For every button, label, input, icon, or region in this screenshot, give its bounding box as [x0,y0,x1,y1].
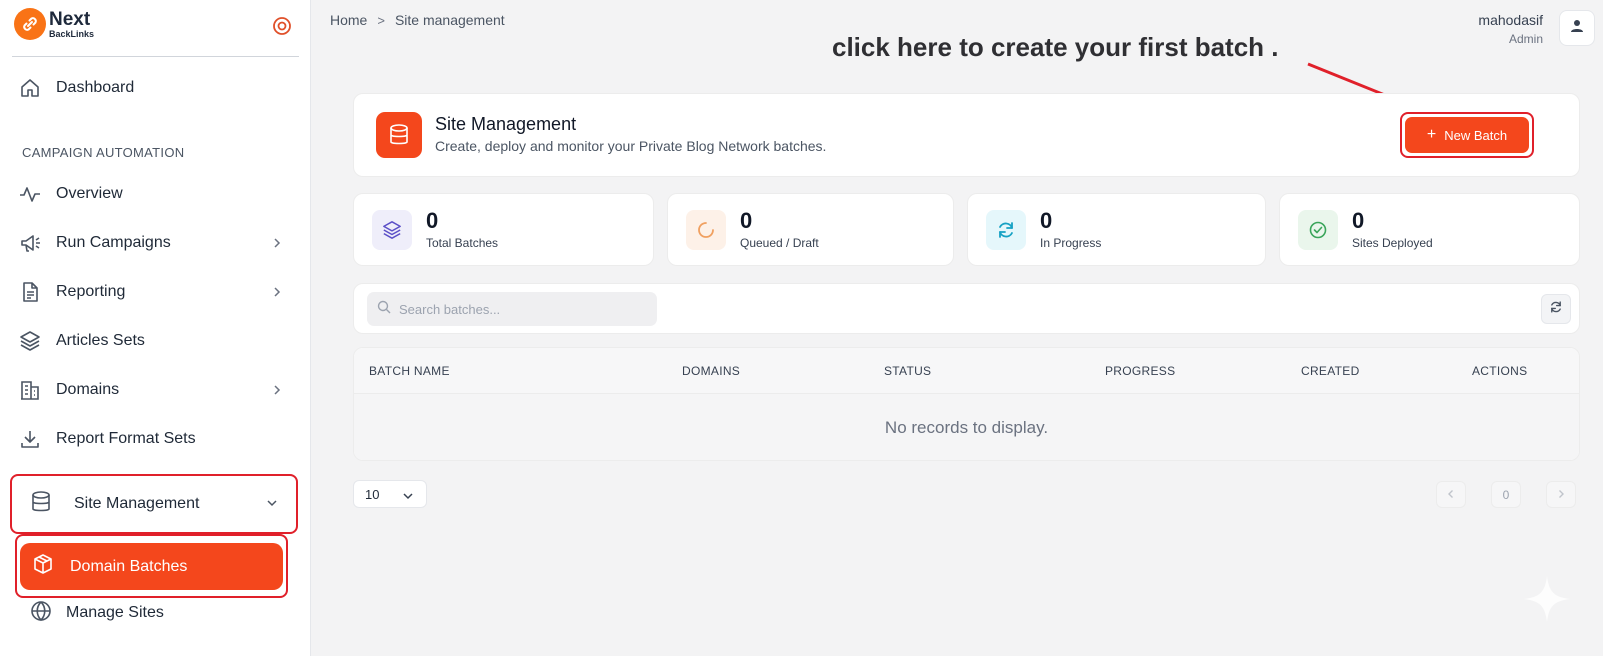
stat-card-sites-deployed: 0 Sites Deployed [1279,193,1580,266]
sidebar-item-label: Manage Sites [66,604,164,621]
sidebar-item-domains[interactable]: Domains [18,370,293,410]
building-icon [18,378,42,402]
stat-card-in-progress: 0 In Progress [967,193,1266,266]
database-icon [376,112,422,158]
sidebar-item-label: Reporting [56,283,126,300]
stat-value: 0 [426,208,439,233]
brand-name: Next [49,8,91,30]
chevron-left-icon [1446,488,1456,502]
page-size-select[interactable]: 10 [353,480,427,508]
sidebar: Next BackLinks Dashboard CAMPAIGN AUTOMA… [0,0,311,656]
stat-value: 0 [740,208,753,233]
sidebar-item-manage-sites[interactable]: Manage Sites [30,598,164,628]
globe-icon [30,600,52,627]
batches-table: BATCH NAME DOMAINS STATUS PROGRESS CREAT… [353,347,1580,461]
stat-card-queued: 0 Queued / Draft [667,193,954,266]
stat-label: Sites Deployed [1352,236,1433,250]
database-icon [30,490,52,519]
sidebar-item-overview[interactable]: Overview [18,174,293,214]
brand-subtitle: BackLinks [49,28,95,39]
search-icon [377,300,391,319]
check-circle-icon [1298,210,1338,250]
sidebar-item-label: Site Management [74,495,200,512]
empty-state: No records to display. [354,394,1579,460]
sidebar-item-label: Domains [56,381,120,398]
chevron-down-icon [266,496,278,514]
breadcrumb: Home > Site management [330,12,505,28]
refresh-button[interactable] [1541,294,1571,324]
breadcrumb-home[interactable]: Home [330,12,367,28]
sidebar-item-reporting[interactable]: Reporting [18,272,293,312]
refresh-icon [1549,300,1563,319]
instruction-annotation: click here to create your first batch . [832,32,1279,62]
plus-icon: + [1426,126,1437,143]
chevron-down-icon [402,490,414,505]
stat-value: 0 [1040,208,1053,233]
user-icon [1569,18,1585,39]
sparkle-icon [1524,576,1570,622]
chevron-right-icon [271,383,283,401]
spinner-icon [686,210,726,250]
stat-value: 0 [1352,208,1365,233]
chevron-right-icon [1556,488,1566,502]
sidebar-toggle-icon[interactable] [272,16,292,36]
megaphone-icon [18,231,42,255]
brand-logo[interactable]: Next BackLinks [14,8,94,40]
user-name: mahodasif [1478,12,1543,28]
refresh-icon [986,210,1026,250]
activity-icon [18,182,42,206]
stat-label: Total Batches [426,236,499,250]
chevron-right-icon [271,285,283,303]
sidebar-item-label: Articles Sets [56,332,145,349]
layers-icon [18,329,42,353]
page-subtitle: Create, deploy and monitor your Private … [435,138,827,154]
box-icon [32,553,54,580]
new-batch-button[interactable]: + New Batch [1405,117,1529,153]
download-icon [18,427,42,451]
user-role: Admin [1508,32,1543,46]
sidebar-item-dashboard[interactable]: Dashboard [18,68,293,108]
search-box[interactable] [367,292,657,326]
sidebar-item-label: Domain Batches [70,557,188,575]
section-label: CAMPAIGN AUTOMATION [22,145,185,160]
sidebar-divider [12,56,299,57]
sidebar-item-report-format-sets[interactable]: Report Format Sets [18,419,293,459]
column-header-domains[interactable]: DOMAINS [682,364,740,378]
column-header-created[interactable]: CREATED [1301,364,1360,378]
breadcrumb-separator: > [377,12,385,28]
new-batch-label: New Batch [1444,127,1508,143]
sidebar-item-label: Dashboard [56,79,135,96]
sidebar-item-label: Overview [56,185,123,202]
search-toolbar [353,283,1580,334]
column-header-actions: ACTIONS [1472,364,1528,378]
page-number: 0 [1491,481,1521,508]
sidebar-item-domain-batches[interactable]: Domain Batches [20,543,283,590]
chevron-right-icon [271,236,283,254]
link-icon [14,8,46,40]
prev-page-button[interactable] [1436,481,1466,508]
next-page-button[interactable] [1546,481,1576,508]
avatar[interactable] [1559,10,1595,46]
page-size-value: 10 [365,486,380,502]
document-icon [18,280,42,304]
column-header-batch-name[interactable]: BATCH NAME [369,364,450,378]
table-header: BATCH NAME DOMAINS STATUS PROGRESS CREAT… [354,348,1579,394]
page-title: Site Management [435,114,577,134]
layers-icon [372,210,412,250]
breadcrumb-current: Site management [394,12,505,28]
sidebar-item-run-campaigns[interactable]: Run Campaigns [18,223,293,263]
sidebar-item-articles-sets[interactable]: Articles Sets [18,321,293,361]
search-input[interactable] [399,301,649,317]
page-header-card: Site Management Create, deploy and monit… [353,93,1580,177]
sidebar-item-label: Report Format Sets [56,430,196,447]
sidebar-item-label: Run Campaigns [56,234,171,251]
home-icon [18,76,42,100]
stat-label: In Progress [1040,236,1102,250]
column-header-progress[interactable]: PROGRESS [1105,364,1175,378]
user-info: mahodasif Admin [1478,12,1543,46]
column-header-status[interactable]: STATUS [884,364,931,378]
stat-label: Queued / Draft [740,236,819,250]
stat-card-total-batches: 0 Total Batches [353,193,654,266]
sidebar-item-site-management[interactable]: Site Management [10,474,298,534]
